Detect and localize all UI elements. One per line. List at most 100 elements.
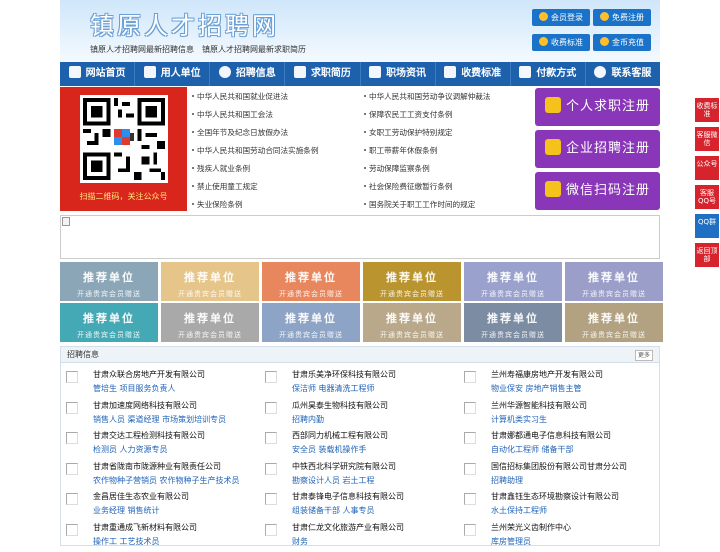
company-name[interactable]: 中铁西北科学研究院有限公司 [292,461,396,472]
company-name[interactable]: 西部同力机械工程有限公司 [292,430,388,441]
banner-placeholder[interactable] [60,215,660,259]
law-link[interactable]: 保障农民工工资支付条例 [364,109,453,120]
law-link[interactable]: 职工带薪年休假条例 [364,145,437,156]
wechat-register-button[interactable]: 微信扫码注册 [535,172,660,210]
company-name[interactable]: 兰州寿福康房地产开发有限公司 [491,369,603,380]
job-positions[interactable]: 保洁师 电器清洗工程师 [292,383,375,394]
company-name[interactable]: 国信招标集团股份有限公司甘肃分公司 [491,461,627,472]
company-logo[interactable] [265,401,277,414]
company-logo[interactable] [66,371,78,383]
recommended-unit-tile[interactable]: 推荐单位 开通贵宾会员赠送 [363,262,461,301]
company-logo[interactable] [464,401,476,414]
company-logo[interactable] [265,371,277,383]
law-link[interactable]: 中华人民共和国工会法 [192,109,273,120]
site-subtitle[interactable]: 镇原人才招聘网最新招聘信息 镇原人才招聘网最新求职简历 [90,44,306,55]
company-name[interactable]: 兰州华源智能科技有限公司 [491,400,587,411]
job-positions[interactable]: 库房管理员 [491,536,531,547]
company-name[interactable]: 金昌居佳生态农业有限公司 [93,491,189,502]
nav-employers[interactable]: 用人单位 [135,62,211,86]
company-name[interactable]: 甘肃众联合房地产开发有限公司 [93,369,205,380]
nav-jobs[interactable]: 招聘信息 [210,62,286,86]
nav-service[interactable]: 联系客服 [586,62,660,86]
law-link[interactable]: 残疾人就业条例 [192,163,250,174]
site-title[interactable]: 镇原人才招聘网 [90,6,279,41]
sidebar-back-to-top-button[interactable]: 返回顶部 [695,243,719,267]
company-logo[interactable] [464,462,476,475]
law-link[interactable]: 国务院关于职工工作时间的规定 [364,199,475,210]
recommended-unit-tile[interactable]: 推荐单位 开通贵宾会员赠送 [363,303,461,342]
company-name[interactable]: 甘肃交达工程检测科技有限公司 [93,430,205,441]
job-positions[interactable]: 计算机类实习生 [491,414,547,425]
company-name[interactable]: 甘肃重通成飞新材料有限公司 [93,522,197,533]
company-logo[interactable] [66,493,78,505]
job-positions[interactable]: 自动化工程师 储备干部 [491,444,574,455]
recommended-unit-tile[interactable]: 推荐单位 开通贵宾会员赠送 [262,262,360,301]
recommended-unit-tile[interactable]: 推荐单位 开通贵宾会员赠送 [464,303,562,342]
company-name[interactable]: 甘肃仁龙文化旅游产业有限公司 [292,522,404,533]
nav-payment[interactable]: 付款方式 [511,62,586,86]
company-logo[interactable] [66,523,78,536]
pricing-button[interactable]: 收费标准 [532,34,590,51]
law-link[interactable]: 失业保险条例 [192,199,243,210]
more-link[interactable]: 更多 [634,350,653,361]
sidebar-pricing-button[interactable]: 收费标准 [695,98,719,122]
sidebar-wechat-button[interactable]: 客服微信 [695,127,719,151]
company-logo[interactable] [265,432,277,444]
job-positions[interactable]: 管培生 项目服务负责人 [93,383,176,394]
company-logo[interactable] [464,523,476,536]
job-positions[interactable]: 招聘助理 [491,475,523,486]
recommended-unit-tile[interactable]: 推荐单位 开通贵宾会员赠送 [60,262,158,301]
sidebar-qq-button[interactable]: 客服QQ号 [695,185,719,209]
nav-resumes[interactable]: 求职简历 [285,62,361,86]
law-link[interactable]: 全国年节及纪念日放假办法 [192,127,288,138]
company-logo[interactable] [464,493,476,505]
job-positions[interactable]: 安全员 装载机操作手 [292,444,367,455]
law-link[interactable]: 中华人民共和国劳动争议调解仲裁法 [364,91,491,102]
recommended-unit-tile[interactable]: 推荐单位 开通贵宾会员赠送 [161,262,259,301]
company-logo[interactable] [265,523,277,536]
login-button[interactable]: 会员登录 [532,9,590,26]
company-logo[interactable] [265,493,277,505]
job-positions[interactable]: 操作工 工艺技术员 [93,536,160,547]
recommended-unit-tile[interactable]: 推荐单位 开通贵宾会员赠送 [464,262,562,301]
recommended-unit-tile[interactable]: 推荐单位 开通贵宾会员赠送 [565,262,663,301]
company-logo[interactable] [464,371,476,383]
register-button[interactable]: 免费注册 [593,9,651,26]
job-positions[interactable]: 检测员 人力资源专员 [93,444,168,455]
company-name[interactable]: 甘肃娜都通电子信息科技有限公司 [491,430,611,441]
law-link[interactable]: 中华人民共和国就业促进法 [192,91,288,102]
company-name[interactable]: 甘肃加速度网络科技有限公司 [93,400,197,411]
company-name[interactable]: 兰州荣光义齿制作中心 [491,522,571,533]
company-register-button[interactable]: 企业招聘注册 [535,130,660,168]
law-link[interactable]: 禁止使用童工规定 [192,181,258,192]
company-logo[interactable] [66,401,78,414]
nav-pricing[interactable]: 收费标准 [436,62,511,86]
recharge-button[interactable]: 金币充值 [593,34,651,51]
law-link[interactable]: 中华人民共和国劳动合同法实施条例 [192,145,319,156]
company-name[interactable]: 瓜州昊泰生物科技有限公司 [292,400,388,411]
recommended-unit-tile[interactable]: 推荐单位 开通贵宾会员赠送 [262,303,360,342]
job-positions[interactable]: 业务经理 销售统计 [93,505,160,516]
company-logo[interactable] [66,462,78,475]
job-positions[interactable]: 农作物种子营销员 农作物种子生产技术员 [93,475,240,486]
company-logo[interactable] [464,432,476,444]
job-positions[interactable]: 销售人员 渠道经理 市场策划培训专员 [93,414,226,425]
nav-news[interactable]: 职场资讯 [361,62,436,86]
job-positions[interactable]: 招聘内勤 [292,414,324,425]
job-positions[interactable]: 物业保安 房地产销售主管 [491,383,582,394]
jobseeker-register-button[interactable]: 个人求职注册 [535,88,660,126]
job-positions[interactable]: 财务 [292,536,308,547]
company-name[interactable]: 甘肃泰锋电子信息科技有限公司 [292,491,404,502]
job-positions[interactable]: 组装储备干部 人事专员 [292,505,375,516]
law-link[interactable]: 女职工劳动保护特别规定 [364,127,453,138]
company-logo[interactable] [66,432,78,444]
recommended-unit-tile[interactable]: 推荐单位 开通贵宾会员赠送 [565,303,663,342]
nav-home[interactable]: 网站首页 [60,62,136,86]
job-positions[interactable]: 水土保持工程师 [491,505,547,516]
company-name[interactable]: 甘肃乐美净环保科技有限公司 [292,369,396,380]
company-name[interactable]: 甘肃鑫钰生态环境勘察设计有限公司 [491,491,619,502]
recommended-unit-tile[interactable]: 推荐单位 开通贵宾会员赠送 [161,303,259,342]
law-link[interactable]: 劳动保障监察条例 [364,163,430,174]
company-name[interactable]: 甘肃省陇南市陇源种业有限责任公司 [93,461,221,472]
recommended-unit-tile[interactable]: 推荐单位 开通贵宾会员赠送 [60,303,158,342]
